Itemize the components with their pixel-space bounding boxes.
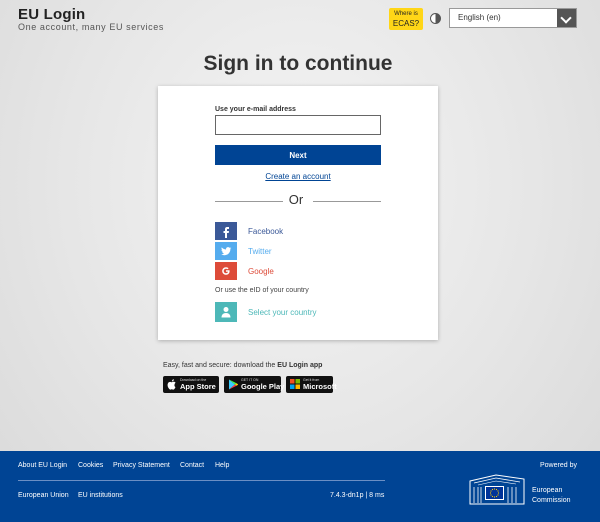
twitter-label: Twitter bbox=[248, 247, 272, 256]
twitter-icon bbox=[215, 242, 237, 260]
footer-link-eu-institutions[interactable]: EU institutions bbox=[78, 492, 123, 499]
chevron-down-icon[interactable] bbox=[557, 9, 576, 27]
ecas-line1: Where is bbox=[394, 11, 418, 17]
footer-link-about[interactable]: About EU Login bbox=[18, 462, 67, 469]
footer-link-european-union[interactable]: European Union bbox=[18, 492, 69, 499]
org-line1: European bbox=[532, 487, 563, 494]
contrast-toggle-icon[interactable] bbox=[430, 13, 441, 24]
create-account-link[interactable]: Create an account bbox=[158, 172, 438, 181]
google-play-badge[interactable]: GET IT ON Google Play bbox=[224, 376, 285, 393]
google-label: Google bbox=[248, 267, 274, 276]
eid-text: Or use the eID of your country bbox=[215, 287, 309, 294]
european-commission-logo[interactable] bbox=[468, 473, 530, 506]
footer-link-help[interactable]: Help bbox=[215, 462, 229, 469]
select-country-button[interactable]: Select your country bbox=[215, 302, 395, 322]
app-name: EU Login app bbox=[277, 362, 323, 369]
footer-divider bbox=[18, 480, 385, 481]
header: EU Login One account, many EU services W… bbox=[0, 0, 600, 40]
powered-by-label: Powered by bbox=[540, 462, 577, 469]
app-store-badge[interactable]: Download on the App Store bbox=[163, 376, 219, 393]
microsoft-big: Microsoft bbox=[303, 382, 337, 391]
facebook-label: Facebook bbox=[248, 227, 284, 236]
brand-subtitle: One account, many EU services bbox=[18, 22, 164, 32]
brand-title: EU Login bbox=[18, 6, 86, 23]
user-icon bbox=[215, 302, 237, 322]
select-country-label: Select your country bbox=[248, 308, 317, 317]
language-select[interactable]: English (en) bbox=[449, 8, 577, 28]
ecas-line2: ECAS? bbox=[392, 19, 420, 28]
app-download-prefix: Easy, fast and secure: download the bbox=[163, 362, 278, 369]
microsoft-icon bbox=[290, 379, 300, 389]
facebook-login-button[interactable]: Facebook bbox=[215, 222, 395, 240]
footer-link-cookies[interactable]: Cookies bbox=[78, 462, 103, 469]
apple-icon bbox=[167, 379, 176, 390]
email-field[interactable] bbox=[215, 115, 381, 135]
google-login-button[interactable]: Google bbox=[215, 262, 395, 280]
page-title: Sign in to continue bbox=[203, 52, 393, 75]
where-is-ecas-button[interactable]: Where is ECAS? bbox=[389, 8, 423, 30]
google-icon bbox=[215, 262, 237, 280]
google-play-icon bbox=[229, 379, 238, 390]
app-download-text: Easy, fast and secure: download the EU L… bbox=[163, 362, 322, 369]
twitter-login-button[interactable]: Twitter bbox=[215, 242, 395, 260]
footer-link-privacy[interactable]: Privacy Statement bbox=[113, 462, 170, 469]
next-button[interactable]: Next bbox=[215, 145, 381, 165]
european-commission-name: European Commission bbox=[532, 485, 571, 505]
footer-link-contact[interactable]: Contact bbox=[180, 462, 204, 469]
version-label: 7.4.3-dn1p | 8 ms bbox=[330, 492, 385, 499]
footer: About EU Login Cookies Privacy Statement… bbox=[0, 451, 600, 522]
or-label: Or bbox=[288, 192, 304, 207]
org-line2: Commission bbox=[532, 497, 571, 504]
language-selected-value: English (en) bbox=[458, 13, 501, 22]
email-label: Use your e-mail address bbox=[215, 106, 296, 113]
login-card: Use your e-mail address Next Create an a… bbox=[158, 86, 438, 340]
microsoft-store-badge[interactable]: Get it from Microsoft bbox=[286, 376, 337, 393]
google-play-big: Google Play bbox=[241, 382, 285, 391]
or-divider-right bbox=[313, 201, 381, 202]
app-store-big: App Store bbox=[180, 382, 216, 391]
facebook-icon bbox=[215, 222, 237, 240]
